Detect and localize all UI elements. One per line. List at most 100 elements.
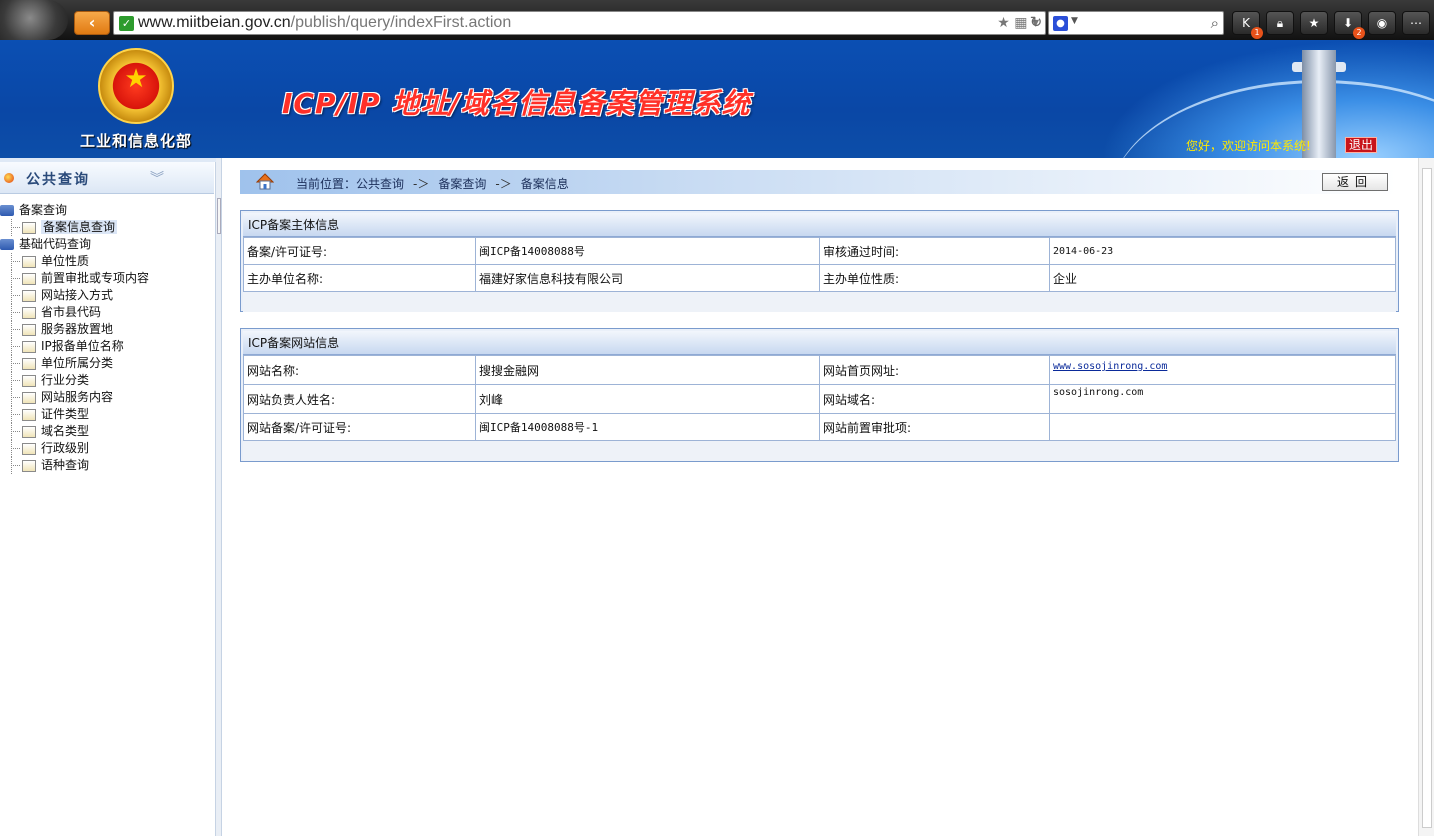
site-license-value: 闽ICP备14008088号-1	[475, 413, 820, 441]
sidebar-item[interactable]: 单位所属分类	[0, 355, 214, 372]
sidebar-item[interactable]: 域名类型	[0, 423, 214, 440]
extension-k-button[interactable]: K1	[1232, 11, 1263, 39]
sidebar-item[interactable]: 语种查询	[0, 457, 214, 474]
sidebar-item-label: 域名类型	[41, 424, 90, 438]
bullet-dot-icon	[4, 173, 14, 183]
collapse-chevron-icon[interactable]: ︾	[150, 168, 164, 188]
table-row: 网站名称: 搜搜金融网 网站首页网址: www.sosojinrong.com	[243, 355, 1396, 385]
icp-entity-panel: ICP备案主体信息 备案/许可证号: 闽ICP备14008088号 审核通过时间…	[240, 210, 1399, 312]
panel-title: ICP备案网站信息	[243, 331, 1396, 355]
favorites-star-icon[interactable]: ★	[1300, 11, 1328, 35]
sidebar-item[interactable]: 服务器放置地	[0, 321, 214, 338]
sidebar-item[interactable]: 单位性质	[0, 253, 214, 270]
breadcrumb-level2[interactable]: 备案查询	[438, 177, 486, 191]
icp-site-panel: ICP备案网站信息 网站名称: 搜搜金融网 网站首页网址: www.sosoji…	[240, 328, 1399, 462]
site-domain-value: sosojinrong.com	[1049, 384, 1396, 414]
reload-icon[interactable]: ↻	[1026, 13, 1046, 33]
license-label: 备案/许可证号:	[243, 237, 476, 265]
sidebar-item[interactable]: IP报备单位名称	[0, 338, 214, 355]
search-engine-icon[interactable]: ●	[1053, 16, 1068, 31]
site-header-banner: ★ 工业和信息化部 ICP/IP 地址/域名信息备案管理系统 您好，欢迎访问本系…	[0, 40, 1434, 158]
table-row: 备案/许可证号: 闽ICP备14008088号 审核通过时间: 2014-06-…	[243, 237, 1396, 265]
address-bar[interactable]: ✓ www.miitbeian.gov.cn/publish/query/ind…	[113, 11, 1046, 35]
scrollbar-thumb[interactable]	[1422, 168, 1432, 828]
site-owner-value: 刘峰	[475, 384, 820, 414]
document-icon	[22, 442, 36, 455]
return-button[interactable]: 返回	[1322, 173, 1388, 191]
ministry-name: 工业和信息化部	[80, 132, 193, 150]
breadcrumb: 当前位置：公共查询 -＞ 备案查询 -＞ 备案信息	[240, 170, 1398, 194]
breadcrumb-level3: 备案信息	[520, 177, 569, 191]
panel-footer	[243, 292, 1396, 312]
table-row: 网站负责人姓名: 刘峰 网站域名: sosojinrong.com	[243, 384, 1396, 414]
welcome-text: 您好，欢迎访问本系统!	[1186, 139, 1311, 153]
preapproval-value	[1049, 413, 1396, 441]
sidebar-item-label: 前置审批或专项内容	[41, 271, 150, 285]
sidebar-item-label: 证件类型	[41, 407, 90, 421]
url-host: www.miitbeian.gov.cn	[138, 14, 291, 31]
main-content: 当前位置：公共查询 -＞ 备案查询 -＞ 备案信息 返回 ICP备案主体信息 备案/许可…	[222, 158, 1418, 836]
approve-date-label: 审核通过时间:	[819, 237, 1050, 265]
sidebar-item-label: 网站接入方式	[41, 288, 114, 302]
sidebar-item[interactable]: 网站接入方式	[0, 287, 214, 304]
sidebar-item-label: 单位性质	[41, 254, 90, 268]
document-icon	[22, 272, 36, 285]
page-scrollbar[interactable]	[1418, 158, 1434, 836]
download-icon[interactable]: ⬇ 2	[1334, 11, 1365, 39]
site-license-label: 网站备案/许可证号:	[243, 413, 476, 441]
sidebar-item[interactable]: 行业分类	[0, 372, 214, 389]
secure-check-icon: ✓	[119, 16, 134, 31]
preapproval-label: 网站前置审批项:	[819, 413, 1050, 441]
home-icon	[256, 173, 274, 190]
sidebar-item-label: 省市县代码	[41, 305, 102, 319]
document-icon	[22, 306, 36, 319]
org-nature-value: 企业	[1049, 264, 1396, 292]
table-row: 主办单位名称: 福建好家信息科技有限公司 主办单位性质: 企业	[243, 264, 1396, 292]
gamepad-icon[interactable]: ◉	[1368, 11, 1396, 35]
sidebar-item[interactable]: 前置审批或专项内容	[0, 270, 214, 287]
sidebar-title: 公共查询	[26, 172, 90, 188]
back-button[interactable]: ‹	[74, 11, 110, 35]
home-url-link[interactable]: www.sosojinrong.com	[1053, 361, 1167, 372]
sidebar-item[interactable]: 备案信息查询	[0, 219, 214, 236]
search-input[interactable]: ● ▼ ⌕	[1048, 11, 1224, 35]
url-text[interactable]: www.miitbeian.gov.cn/publish/query/index…	[138, 14, 511, 32]
sidebar-header[interactable]: 公共查询 ︾	[0, 162, 214, 194]
notification-badge: 1	[1251, 27, 1263, 39]
license-value: 闽ICP备14008088号	[475, 237, 820, 265]
browser-logo-icon[interactable]	[0, 0, 68, 40]
lock-icon[interactable]: 🔒︎	[1266, 11, 1294, 35]
national-emblem-icon: ★	[98, 48, 174, 124]
menu-icon[interactable]: ⋯	[1402, 11, 1430, 35]
breadcrumb-separator: -＞	[495, 177, 512, 191]
sidebar-item-label: 语种查询	[41, 458, 90, 472]
sidebar-item[interactable]: 行政级别	[0, 440, 214, 457]
bookmark-star-icon[interactable]: ★	[997, 15, 1010, 31]
sidebar-folder[interactable]: 基础代码查询	[0, 236, 214, 253]
sidebar-item-label: IP报备单位名称	[41, 339, 124, 353]
splitter-grip-handle[interactable]	[217, 198, 221, 234]
site-domain-label: 网站域名:	[819, 384, 1050, 414]
entity-info-table: 备案/许可证号: 闽ICP备14008088号 审核通过时间: 2014-06-…	[243, 237, 1396, 292]
folder-icon	[0, 205, 14, 216]
sidebar-item[interactable]: 网站服务内容	[0, 389, 214, 406]
sidebar-folder[interactable]: 备案查询	[0, 202, 214, 219]
document-icon	[22, 289, 36, 302]
logout-button[interactable]: 退出	[1345, 137, 1377, 153]
sidebar-item[interactable]: 省市县代码	[0, 304, 214, 321]
system-title: ICP/IP 地址/域名信息备案管理系统	[282, 87, 751, 120]
sidebar-item[interactable]: 证件类型	[0, 406, 214, 423]
search-icon[interactable]: ⌕	[1211, 14, 1219, 32]
document-icon	[22, 459, 36, 472]
site-info-table: 网站名称: 搜搜金融网 网站首页网址: www.sosojinrong.com …	[243, 355, 1396, 441]
site-name-value: 搜搜金融网	[475, 355, 820, 385]
chevron-down-icon[interactable]: ▼	[1071, 16, 1078, 26]
sidebar-item-label: 服务器放置地	[41, 322, 114, 336]
folder-icon	[0, 239, 14, 250]
breadcrumb-separator: -＞	[413, 177, 430, 191]
nav-tree: 备案查询 备案信息查询 基础代码查询 单位性质前置审批或专项内容 网站接入方式 省市县代码…	[0, 202, 214, 474]
org-nature-label: 主办单位性质:	[819, 264, 1050, 292]
sidebar-item-label: 单位所属分类	[41, 356, 114, 370]
document-icon	[22, 323, 36, 336]
home-url-label: 网站首页网址:	[819, 355, 1050, 385]
